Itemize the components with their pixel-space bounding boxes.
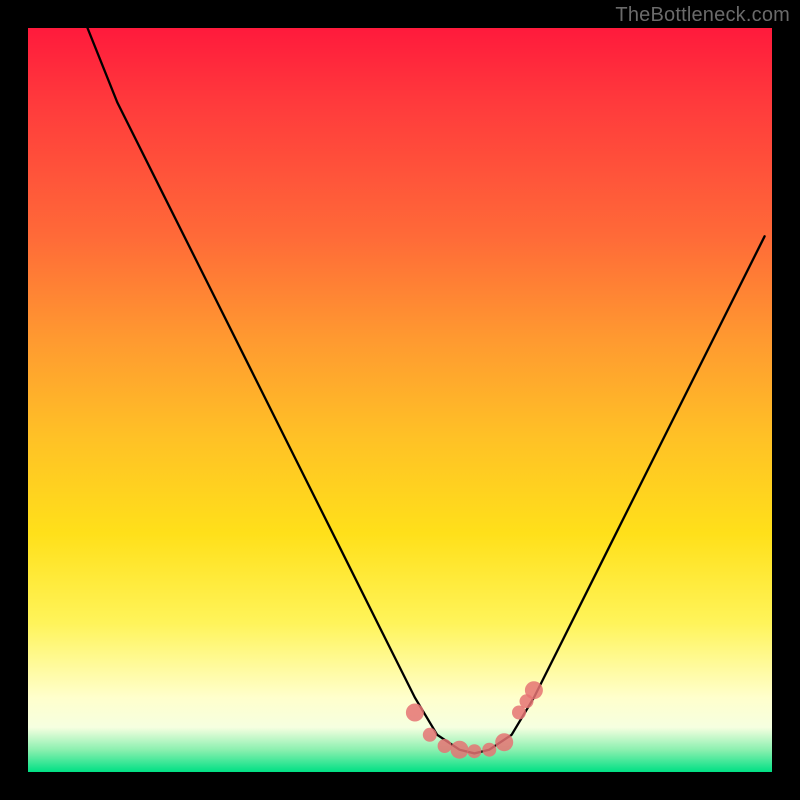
marker-dot <box>482 743 496 757</box>
marker-dot <box>423 728 437 742</box>
plot-area <box>28 28 772 772</box>
attribution-text: TheBottleneck.com <box>615 4 790 27</box>
chart-frame: TheBottleneck.com <box>0 0 800 800</box>
marker-dot <box>467 744 481 758</box>
marker-group <box>406 681 543 759</box>
marker-dot <box>495 733 513 751</box>
marker-dot <box>438 739 452 753</box>
marker-dot <box>451 741 469 759</box>
curve-line <box>88 28 765 753</box>
chart-svg <box>28 28 772 772</box>
marker-dot <box>525 681 543 699</box>
marker-dot <box>406 704 424 722</box>
